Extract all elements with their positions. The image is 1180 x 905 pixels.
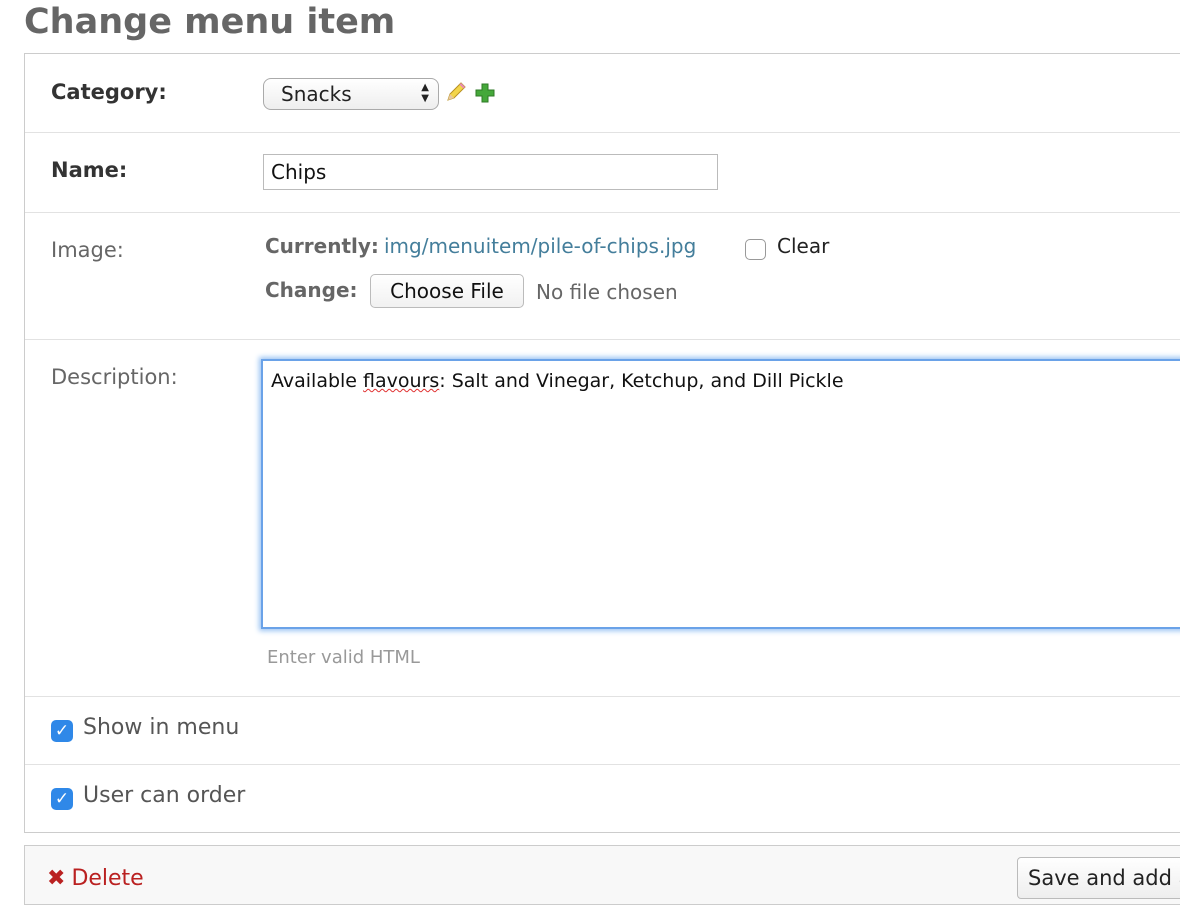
user-can-order-row: ✓ User can order <box>25 764 1180 832</box>
add-plus-icon[interactable] <box>474 82 496 104</box>
image-label: Image: <box>51 238 124 262</box>
category-selected-value: Snacks <box>281 82 352 106</box>
edit-pencil-icon[interactable] <box>444 80 468 104</box>
name-label: Name: <box>51 158 128 182</box>
description-row: Description: Available flavours: Salt an… <box>25 339 1180 697</box>
description-textarea[interactable]: Available flavours: Salt and Vinegar, Ke… <box>261 359 1180 629</box>
user-can-order-checkbox[interactable]: ✓ <box>51 788 73 810</box>
category-select[interactable]: Snacks ▲ ▼ <box>263 78 439 110</box>
delete-link[interactable]: ✖ Delete <box>47 866 144 891</box>
delete-x-icon: ✖ <box>47 866 66 891</box>
description-label: Description: <box>51 365 178 389</box>
clear-label: Clear <box>777 234 830 258</box>
image-row: Image: Currently: img/menuitem/pile-of-c… <box>25 212 1180 340</box>
description-text-start: Available <box>271 370 364 392</box>
submit-row: ✖Delete Save and add another <box>24 845 1180 905</box>
misspelled-word: flavours <box>363 370 440 392</box>
select-arrows-icon: ▲ ▼ <box>421 82 429 104</box>
save-and-add-another-button[interactable]: Save and add another <box>1017 857 1180 899</box>
name-row: Name: Chips <box>25 132 1180 213</box>
user-can-order-label: User can order <box>83 783 246 808</box>
current-file-link[interactable]: img/menuitem/pile-of-chips.jpg <box>384 234 696 258</box>
description-text-end: : Salt and Vinegar, Ketchup, and Dill Pi… <box>439 370 844 392</box>
no-file-text: No file chosen <box>536 280 678 304</box>
name-input[interactable]: Chips <box>263 154 718 190</box>
show-in-menu-checkbox[interactable]: ✓ <box>51 720 73 742</box>
show-in-menu-row: ✓ Show in menu <box>25 696 1180 765</box>
page-title: Change menu item <box>24 2 396 42</box>
category-label: Category: <box>51 80 167 104</box>
description-help-text: Enter valid HTML <box>267 647 420 668</box>
change-label: Change: <box>265 278 358 302</box>
category-row: Category: Snacks ▲ ▼ <box>25 54 1180 133</box>
choose-file-button[interactable]: Choose File <box>370 274 524 308</box>
clear-checkbox[interactable] <box>745 239 766 260</box>
menu-item-form: Category: Snacks ▲ ▼ Name: Chips Image: C… <box>24 53 1180 833</box>
show-in-menu-label: Show in menu <box>83 715 240 740</box>
currently-label: Currently: <box>265 234 379 258</box>
delete-label: Delete <box>71 866 144 891</box>
